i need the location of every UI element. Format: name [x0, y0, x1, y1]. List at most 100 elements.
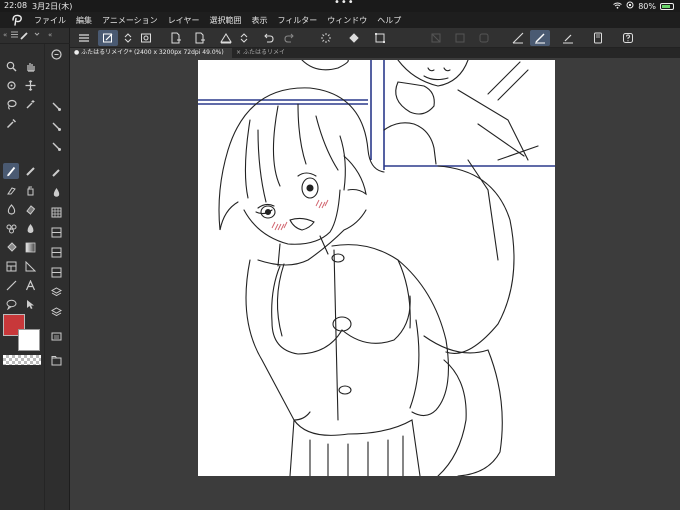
- sub-tool-pen-3-icon[interactable]: [48, 138, 64, 154]
- eraser-icon[interactable]: [22, 201, 38, 217]
- sub-tool-menu-icon[interactable]: [48, 46, 64, 62]
- tab-active-label: ふたはるリメイク* (2400 x 3200px 72dpi 49.0%): [81, 49, 224, 56]
- sub-tool-marker-icon[interactable]: [48, 164, 64, 180]
- menu-item-2[interactable]: アニメーション: [102, 15, 158, 26]
- decoration-icon[interactable]: [3, 220, 19, 236]
- triangle-icon[interactable]: [216, 30, 236, 46]
- sub-tool-stack-icon[interactable]: [48, 304, 64, 320]
- collapse-left-button[interactable]: «: [3, 31, 7, 39]
- sub-tool-layers-icon[interactable]: [48, 284, 64, 300]
- sub-tool-folder-icon[interactable]: [48, 352, 64, 368]
- transparent-color-swatch[interactable]: [3, 355, 41, 365]
- move-icon[interactable]: [22, 77, 38, 93]
- command-bar: [70, 28, 680, 48]
- zoom-icon[interactable]: [3, 58, 19, 74]
- status-right: 80%: [613, 1, 674, 11]
- close-tab-icon[interactable]: ×: [236, 49, 241, 56]
- figure-icon[interactable]: [3, 277, 19, 293]
- gradient-icon[interactable]: [22, 239, 38, 255]
- frame-icon[interactable]: [136, 30, 156, 46]
- canvas-paper[interactable]: [198, 60, 555, 476]
- blush-marks: [271, 199, 329, 231]
- tab-active-marker: ●: [74, 49, 80, 56]
- eyedropper-icon[interactable]: [3, 115, 19, 131]
- airbrush-icon[interactable]: [22, 182, 38, 198]
- sub-tool-grid-2-icon[interactable]: [48, 224, 64, 240]
- menu-item-4[interactable]: 選択範囲: [209, 15, 241, 26]
- fountain-pen-icon[interactable]: [3, 182, 19, 198]
- new-layer-button[interactable]: [98, 30, 118, 46]
- disabled-2-icon: [450, 30, 470, 46]
- sub-tool-grid-1-icon[interactable]: [48, 204, 64, 220]
- menu-bar: ファイル 編集 アニメーション レイヤー 選択範囲 表示 フィルター ウィンドウ ヘルプ: [0, 12, 680, 28]
- panel-divider: [44, 44, 45, 510]
- menu-item-1[interactable]: 編集: [76, 15, 92, 26]
- fill-bucket-icon[interactable]: [344, 30, 364, 46]
- redo-icon[interactable]: [280, 30, 300, 46]
- menu-item-5[interactable]: 表示: [251, 15, 267, 26]
- page-add-icon[interactable]: [166, 30, 186, 46]
- panel-menu-icon[interactable]: [11, 31, 18, 40]
- disabled-1-icon: [426, 30, 446, 46]
- menu-item-7[interactable]: ウィンドウ: [327, 15, 367, 26]
- sub-tool-material-icon[interactable]: [48, 328, 64, 344]
- tablet-icon[interactable]: [588, 30, 608, 46]
- frame-border-icon[interactable]: [3, 258, 19, 274]
- battery-percent: 80%: [638, 1, 656, 11]
- brush-tab-icon[interactable]: [20, 31, 29, 42]
- status-time: 22:08: [4, 1, 28, 10]
- app-logo-icon[interactable]: [10, 14, 24, 26]
- object-select-icon[interactable]: [22, 296, 38, 312]
- sub-tool-pen-1-icon[interactable]: [48, 98, 64, 114]
- tab-inactive-document[interactable]: × ふたはるリメイ: [232, 48, 324, 58]
- rotate-icon[interactable]: [3, 77, 19, 93]
- collapse-right-button[interactable]: «: [48, 31, 52, 39]
- text-tool-icon[interactable]: [22, 277, 38, 293]
- sub-tool-pen-2-icon[interactable]: [48, 118, 64, 134]
- hand-icon[interactable]: [22, 58, 38, 74]
- spinner-icon[interactable]: [316, 30, 336, 46]
- tab-inactive-label: ふたはるリメイ: [242, 49, 285, 56]
- page-remove-icon[interactable]: [190, 30, 210, 46]
- canvas-area[interactable]: [70, 58, 680, 510]
- sub-tool-grid-4-icon[interactable]: [48, 264, 64, 280]
- pencil-icon[interactable]: [22, 163, 38, 179]
- tab-active-document[interactable]: ● ふたはるリメイク* (2400 x 3200px 72dpi 49.0%): [70, 48, 232, 58]
- battery-icon: [660, 2, 674, 10]
- watercolor-icon[interactable]: [22, 220, 38, 236]
- sketch-lines: [218, 60, 539, 476]
- pen-ruler-button[interactable]: [530, 30, 550, 46]
- battery-level: [662, 4, 670, 8]
- sub-tool-grid-3-icon[interactable]: [48, 244, 64, 260]
- menu-item-3[interactable]: レイヤー: [168, 15, 200, 26]
- stepper-2-icon[interactable]: [234, 30, 254, 46]
- undo-icon[interactable]: [258, 30, 278, 46]
- menu-item-8[interactable]: ヘルプ: [377, 15, 401, 26]
- sketch-artwork: [198, 60, 555, 476]
- menu-icon[interactable]: [74, 30, 94, 46]
- sub-color-swatch[interactable]: [18, 329, 40, 351]
- pen-tool-icon[interactable]: [3, 163, 19, 179]
- chevron-down-icon[interactable]: [34, 31, 40, 39]
- document-tabs: ● ふたはるリメイク* (2400 x 3200px 72dpi 49.0%) …: [70, 48, 680, 58]
- fill-icon[interactable]: [3, 239, 19, 255]
- ruler-tool-icon[interactable]: [22, 258, 38, 274]
- status-date: 3月2日(木): [32, 2, 73, 11]
- blend-icon[interactable]: [3, 201, 19, 217]
- magic-wand-icon[interactable]: [22, 96, 38, 112]
- menu-item-0[interactable]: ファイル: [34, 15, 66, 26]
- transform-icon[interactable]: [370, 30, 390, 46]
- ios-status-bar: 22:08 3月2日(木) ••• 80%: [0, 0, 680, 12]
- ruler-icon[interactable]: [508, 30, 528, 46]
- baseline-icon[interactable]: [558, 30, 578, 46]
- tool-panel-header: « «: [0, 28, 70, 44]
- menu-items: ファイル 編集 アニメーション レイヤー 選択範囲 表示 フィルター ウィンドウ ヘルプ: [34, 15, 401, 26]
- help-icon[interactable]: [618, 30, 638, 46]
- sub-tool-drop-icon[interactable]: [48, 184, 64, 200]
- menu-item-6[interactable]: フィルター: [277, 15, 317, 26]
- stepper-icon[interactable]: [118, 30, 138, 46]
- multitask-handle[interactable]: •••: [334, 0, 355, 8]
- orientation-lock-icon: [626, 1, 634, 11]
- balloon-icon[interactable]: [3, 296, 19, 312]
- lasso-icon[interactable]: [3, 96, 19, 112]
